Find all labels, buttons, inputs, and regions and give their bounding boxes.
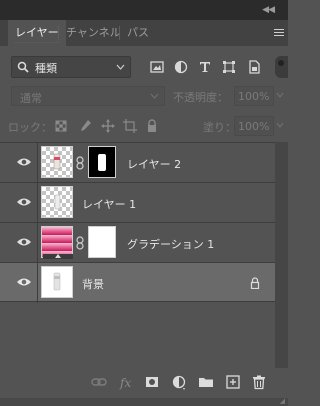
lock-artboard-icon[interactable] xyxy=(122,118,138,134)
lock-all-icon[interactable] xyxy=(144,118,160,134)
resize-grip-icon[interactable]: ◢ xyxy=(280,397,285,405)
smartobject-filter-icon[interactable] xyxy=(246,59,262,75)
layer-thumbnail[interactable] xyxy=(41,146,73,178)
lock-position-icon[interactable] xyxy=(100,118,116,134)
layer-name[interactable]: グラデーション 1 xyxy=(127,236,214,252)
layer-name[interactable]: レイヤー 2 xyxy=(127,156,181,172)
fill-label: 塗り： xyxy=(203,121,236,134)
lock-label: ロック： xyxy=(8,121,52,134)
visibility-column-divider xyxy=(37,223,38,263)
filter-kind-label: 種類 xyxy=(35,62,57,75)
cup-graphic-icon xyxy=(54,194,61,210)
gradient-fill-thumbnail[interactable] xyxy=(41,226,73,259)
visibility-column-divider xyxy=(37,143,38,183)
layers-bottom-toolbar: fx xyxy=(0,370,288,394)
shape-filter-icon[interactable] xyxy=(221,59,237,75)
layer-mask-thumbnail[interactable] xyxy=(88,146,116,178)
tab-paths[interactable]: パス xyxy=(120,20,156,46)
filter-kind-select[interactable]: 種類 xyxy=(11,56,131,78)
opacity-value: 100% xyxy=(238,90,270,103)
type-filter-icon[interactable] xyxy=(197,59,213,75)
eye-icon[interactable] xyxy=(16,156,32,168)
visibility-column-divider xyxy=(37,183,38,223)
lock-row: ロック： 塗り： 100% xyxy=(0,116,288,136)
layer-row-layer-2[interactable]: レイヤー 2 xyxy=(0,142,275,183)
cup-graphic-icon xyxy=(53,272,61,291)
layer-row-background[interactable]: 背景 xyxy=(0,262,275,303)
adjustment-layer-icon[interactable] xyxy=(171,374,187,390)
layer-list-scrollbar[interactable] xyxy=(275,142,288,368)
visibility-column-divider xyxy=(37,263,38,303)
blend-row: 通常 不透明度： 100% xyxy=(0,86,288,106)
layer-lock-icon xyxy=(250,277,260,289)
layer-filter-row: 種類 xyxy=(0,56,288,78)
fill-value: 100% xyxy=(238,120,270,133)
svg-text:fx: fx xyxy=(119,376,131,390)
layer-row-layer-1[interactable]: レイヤー 1 xyxy=(0,182,275,223)
new-layer-icon[interactable] xyxy=(225,374,241,390)
blend-mode-select[interactable]: 通常 xyxy=(11,86,165,106)
blend-mode-value: 通常 xyxy=(20,92,42,105)
chevron-down-icon xyxy=(116,64,125,70)
adjustment-filter-icon[interactable] xyxy=(173,59,189,75)
layer-thumbnail[interactable] xyxy=(41,186,73,218)
collapse-panel-icon[interactable]: ◀◀ xyxy=(262,5,275,15)
fx-icon[interactable]: fx xyxy=(118,374,134,390)
gradient-indicator-icon xyxy=(43,254,73,259)
filter-toggle-switch[interactable] xyxy=(275,56,288,78)
opacity-label: 不透明度： xyxy=(173,91,228,104)
panel-footer: ◢ xyxy=(0,397,288,406)
lock-image-icon[interactable] xyxy=(77,118,93,134)
chevron-down-icon xyxy=(150,93,159,99)
mask-link-icon[interactable] xyxy=(76,236,84,250)
panel-menu-icon[interactable] xyxy=(274,29,284,37)
layer-mask-thumbnail[interactable] xyxy=(88,226,116,258)
layer-name[interactable]: 背景 xyxy=(82,276,104,292)
add-mask-icon[interactable] xyxy=(144,374,160,390)
fill-slider-arrow-icon[interactable] xyxy=(276,122,284,128)
panel-tab-bar: レイヤー チャンネル パス xyxy=(0,20,288,46)
image-filter-icon[interactable] xyxy=(149,59,165,75)
opacity-slider-arrow-icon[interactable] xyxy=(276,92,284,98)
search-icon xyxy=(17,61,29,73)
eye-icon[interactable] xyxy=(16,196,32,208)
layer-thumbnail[interactable] xyxy=(41,266,73,298)
opacity-input[interactable]: 100% xyxy=(234,86,274,106)
cup-graphic-icon xyxy=(53,153,61,170)
mask-link-icon[interactable] xyxy=(76,156,84,170)
delete-icon[interactable] xyxy=(251,374,267,390)
fill-input[interactable]: 100% xyxy=(234,116,274,136)
eye-icon[interactable] xyxy=(16,276,32,288)
eye-icon[interactable] xyxy=(16,236,32,248)
new-group-icon[interactable] xyxy=(198,374,214,390)
layer-row-gradient-1[interactable]: グラデーション 1 xyxy=(0,222,275,263)
panel-top-strip: ◀◀ xyxy=(0,0,288,20)
link-layers-icon[interactable] xyxy=(91,374,107,390)
layer-name[interactable]: レイヤー 1 xyxy=(82,196,136,212)
tab-channels[interactable]: チャンネル xyxy=(59,20,128,46)
lock-transparent-icon[interactable] xyxy=(53,118,69,134)
